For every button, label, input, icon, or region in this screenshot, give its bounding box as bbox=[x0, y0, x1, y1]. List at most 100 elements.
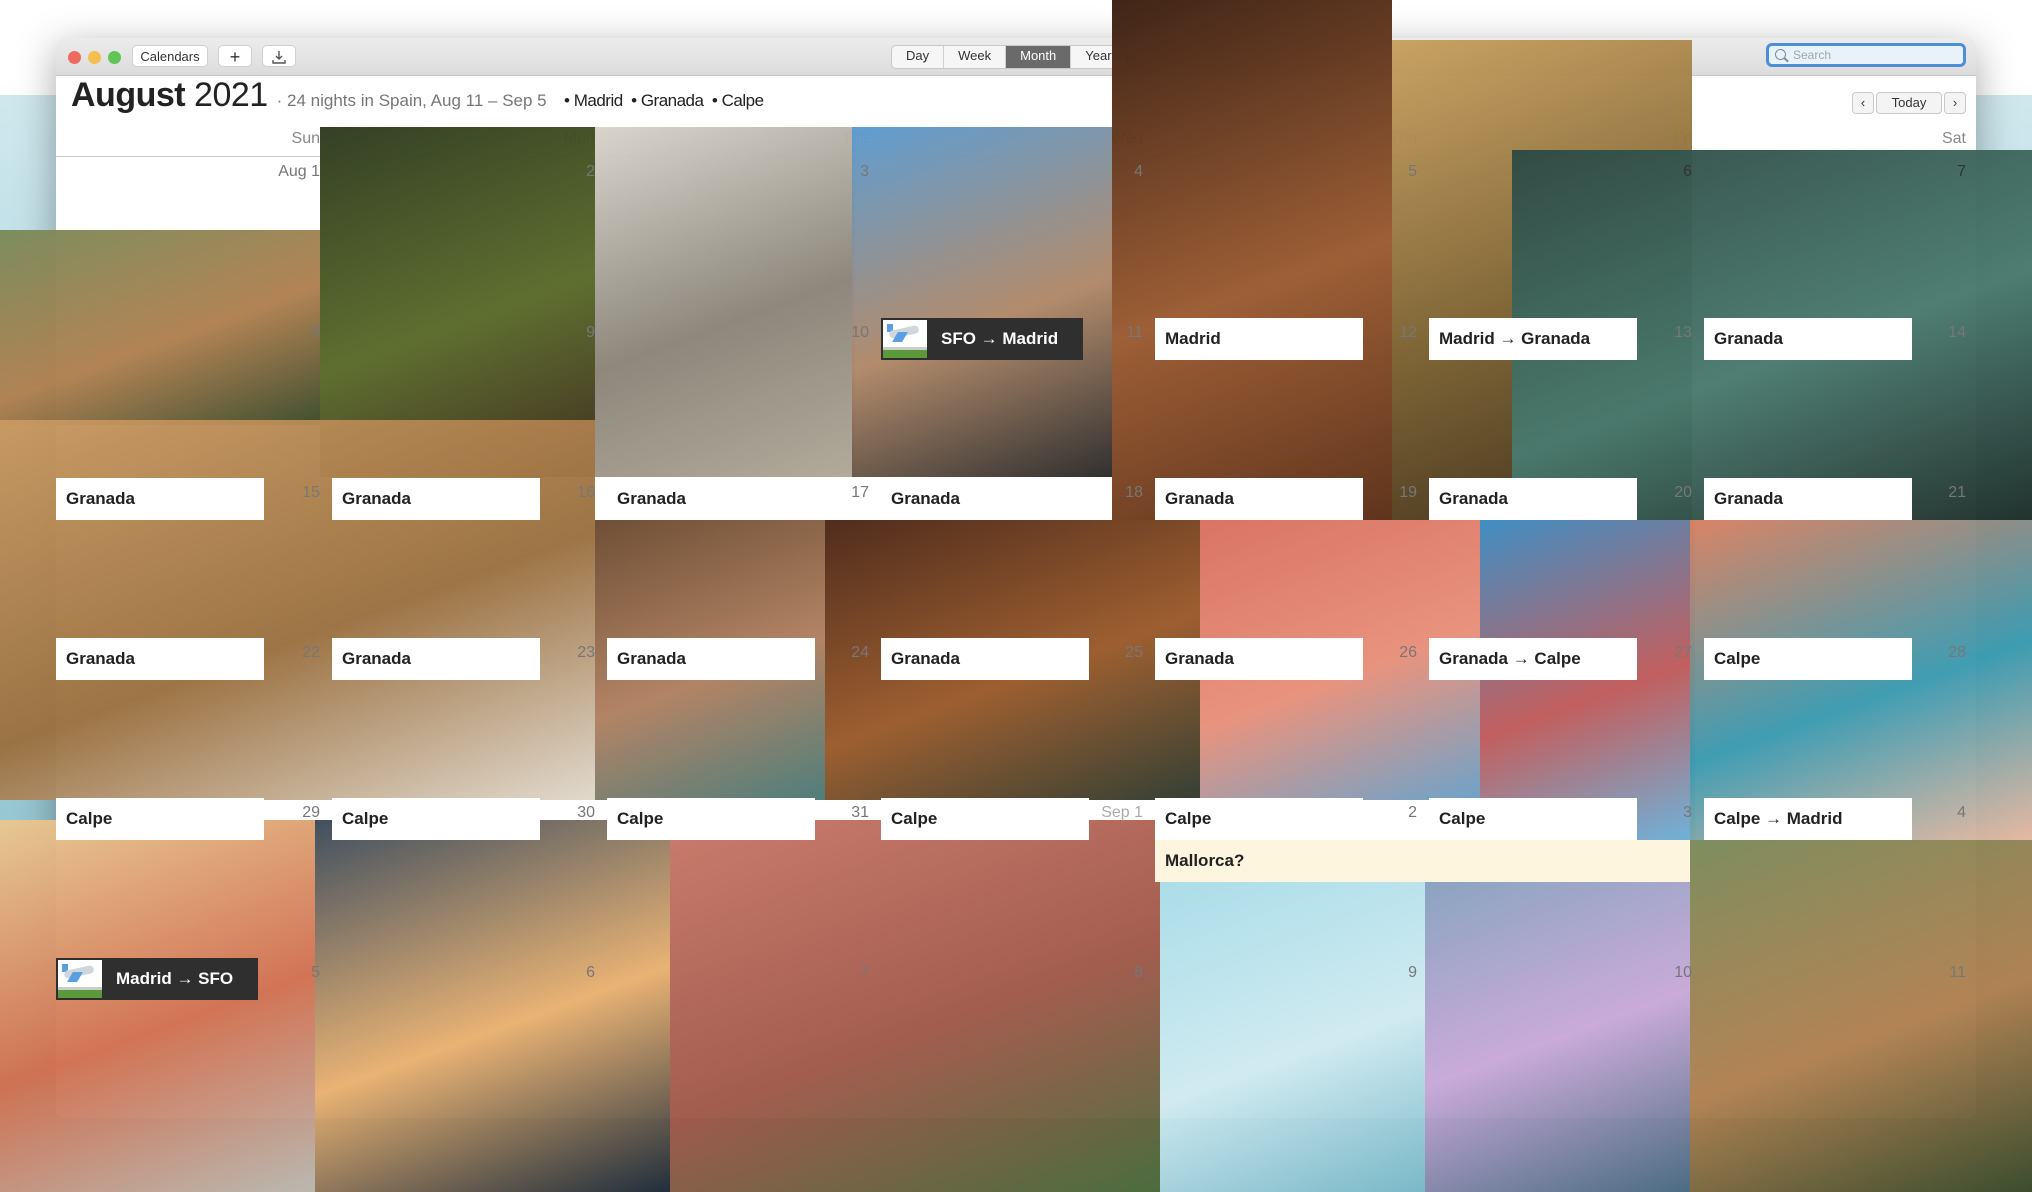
stay-event[interactable]: Granada bbox=[56, 478, 264, 520]
event-label: Calpe bbox=[1714, 649, 1761, 668]
stay-event[interactable]: Granada bbox=[332, 478, 540, 520]
stay-event[interactable]: Calpe bbox=[607, 798, 815, 840]
day-number[interactable]: 16 bbox=[535, 484, 595, 502]
day-number[interactable]: 4 bbox=[1083, 163, 1143, 181]
stay-event[interactable]: Granada bbox=[607, 638, 815, 680]
stay-event[interactable]: Granada bbox=[1704, 318, 1912, 360]
flight-event[interactable]: SFO → Madrid bbox=[881, 318, 1083, 360]
day-number[interactable]: 26 bbox=[1357, 644, 1417, 662]
day-number[interactable]: 10 bbox=[809, 324, 869, 342]
day-number[interactable]: 7 bbox=[809, 964, 869, 982]
day-number[interactable]: 4 bbox=[1906, 804, 1966, 822]
stay-event[interactable]: Calpe → Madrid bbox=[1704, 798, 1912, 840]
stay-event[interactable]: Granada bbox=[56, 638, 264, 680]
stay-event[interactable]: Calpe bbox=[881, 798, 1089, 840]
photo-tile bbox=[1480, 520, 1695, 840]
day-number[interactable]: 17 bbox=[809, 484, 869, 502]
prev-month-button[interactable]: ‹ bbox=[1852, 92, 1874, 114]
day-number[interactable]: 8 bbox=[1083, 964, 1143, 982]
photo-tile bbox=[1690, 520, 2032, 840]
stay-event[interactable]: Granada bbox=[881, 638, 1089, 680]
photo-tile bbox=[670, 820, 1160, 1192]
event-label: Granada bbox=[1714, 329, 1783, 348]
calendars-button[interactable]: Calendars bbox=[132, 45, 208, 67]
event-label: Granada bbox=[1165, 649, 1234, 668]
day-number[interactable]: Aug 1 bbox=[260, 163, 320, 181]
day-number[interactable]: 15 bbox=[260, 484, 320, 502]
event-label: Granada bbox=[891, 649, 960, 668]
export-button[interactable] bbox=[262, 45, 296, 67]
stay-event[interactable]: Calpe bbox=[1704, 638, 1912, 680]
day-number[interactable]: 6 bbox=[535, 964, 595, 982]
view-month-tab[interactable]: Month bbox=[1006, 46, 1072, 68]
add-event-button[interactable]: + bbox=[218, 45, 252, 67]
day-number[interactable]: 29 bbox=[260, 804, 320, 822]
day-number[interactable]: 14 bbox=[1906, 324, 1966, 342]
stay-event[interactable]: Granada bbox=[332, 638, 540, 680]
event-label: Granada bbox=[617, 649, 686, 668]
stay-event[interactable]: Granada bbox=[881, 478, 1089, 520]
day-number[interactable]: 9 bbox=[1357, 964, 1417, 982]
day-number[interactable]: 28 bbox=[1906, 644, 1966, 662]
stay-event[interactable]: Granada bbox=[1704, 478, 1912, 520]
day-number[interactable]: 18 bbox=[1083, 484, 1143, 502]
search-icon bbox=[1775, 49, 1786, 60]
day-number[interactable]: 2 bbox=[1357, 804, 1417, 822]
stay-event[interactable]: Calpe bbox=[1429, 798, 1637, 840]
day-number[interactable]: 6 bbox=[1632, 163, 1692, 181]
day-number[interactable]: 22 bbox=[260, 644, 320, 662]
stay-event[interactable]: Calpe bbox=[56, 798, 264, 840]
view-day-tab[interactable]: Day bbox=[892, 46, 945, 68]
day-number[interactable]: 30 bbox=[535, 804, 595, 822]
day-number[interactable]: 5 bbox=[1357, 163, 1417, 181]
chevron-right-icon: › bbox=[1952, 95, 1958, 110]
stay-event[interactable]: Madrid → Granada bbox=[1429, 318, 1637, 360]
stay-event[interactable]: Granada → Calpe bbox=[1429, 638, 1637, 680]
stay-event[interactable]: Granada bbox=[1429, 478, 1637, 520]
stay-event[interactable]: Calpe bbox=[332, 798, 540, 840]
close-button[interactable] bbox=[68, 51, 81, 64]
day-number[interactable]: Sep 1 bbox=[1083, 804, 1143, 822]
day-number[interactable]: 9 bbox=[535, 324, 595, 342]
event-label: Calpe bbox=[617, 809, 664, 828]
day-number[interactable]: 23 bbox=[535, 644, 595, 662]
stay-event[interactable]: Granada bbox=[1155, 478, 1363, 520]
event-label: SFO → Madrid bbox=[941, 329, 1059, 348]
day-number[interactable]: 2 bbox=[535, 163, 595, 181]
day-number[interactable]: 11 bbox=[1083, 324, 1143, 342]
day-number[interactable]: 21 bbox=[1906, 484, 1966, 502]
tentative-event[interactable]: Mallorca? bbox=[1155, 840, 1690, 882]
day-number[interactable]: 5 bbox=[260, 964, 320, 982]
stay-event[interactable]: Madrid bbox=[1155, 318, 1363, 360]
zoom-button[interactable] bbox=[108, 51, 121, 64]
next-month-button[interactable]: › bbox=[1944, 92, 1966, 114]
day-number[interactable]: 7 bbox=[1906, 163, 1966, 181]
day-number[interactable]: 12 bbox=[1357, 324, 1417, 342]
event-label: Granada bbox=[891, 489, 960, 508]
day-number[interactable]: 3 bbox=[1632, 804, 1692, 822]
day-number[interactable]: 24 bbox=[809, 644, 869, 662]
day-number[interactable]: 31 bbox=[809, 804, 869, 822]
city-calpe: Calpe bbox=[721, 91, 764, 110]
stay-event[interactable]: Granada bbox=[607, 478, 815, 520]
day-number[interactable]: 10 bbox=[1632, 964, 1692, 982]
day-number[interactable]: 8 bbox=[260, 324, 320, 342]
flight-event[interactable]: Madrid → SFO bbox=[56, 958, 258, 1000]
event-label: Calpe bbox=[1439, 809, 1486, 828]
day-number[interactable]: 19 bbox=[1357, 484, 1417, 502]
day-number[interactable]: 13 bbox=[1632, 324, 1692, 342]
day-number[interactable]: 11 bbox=[1906, 964, 1966, 982]
stay-event[interactable]: Granada bbox=[1155, 638, 1363, 680]
minimize-button[interactable] bbox=[88, 51, 101, 64]
view-week-tab[interactable]: Week bbox=[944, 46, 1007, 68]
year: 2021 bbox=[194, 76, 268, 114]
day-number[interactable]: 3 bbox=[809, 163, 869, 181]
stay-event[interactable]: Calpe bbox=[1155, 798, 1363, 840]
event-label: Calpe bbox=[342, 809, 389, 828]
search-input[interactable]: Search bbox=[1766, 43, 1966, 67]
day-number[interactable]: 25 bbox=[1083, 644, 1143, 662]
today-button[interactable]: Today bbox=[1876, 92, 1942, 114]
event-label: Granada bbox=[1165, 489, 1234, 508]
day-number[interactable]: 20 bbox=[1632, 484, 1692, 502]
day-number[interactable]: 27 bbox=[1632, 644, 1692, 662]
